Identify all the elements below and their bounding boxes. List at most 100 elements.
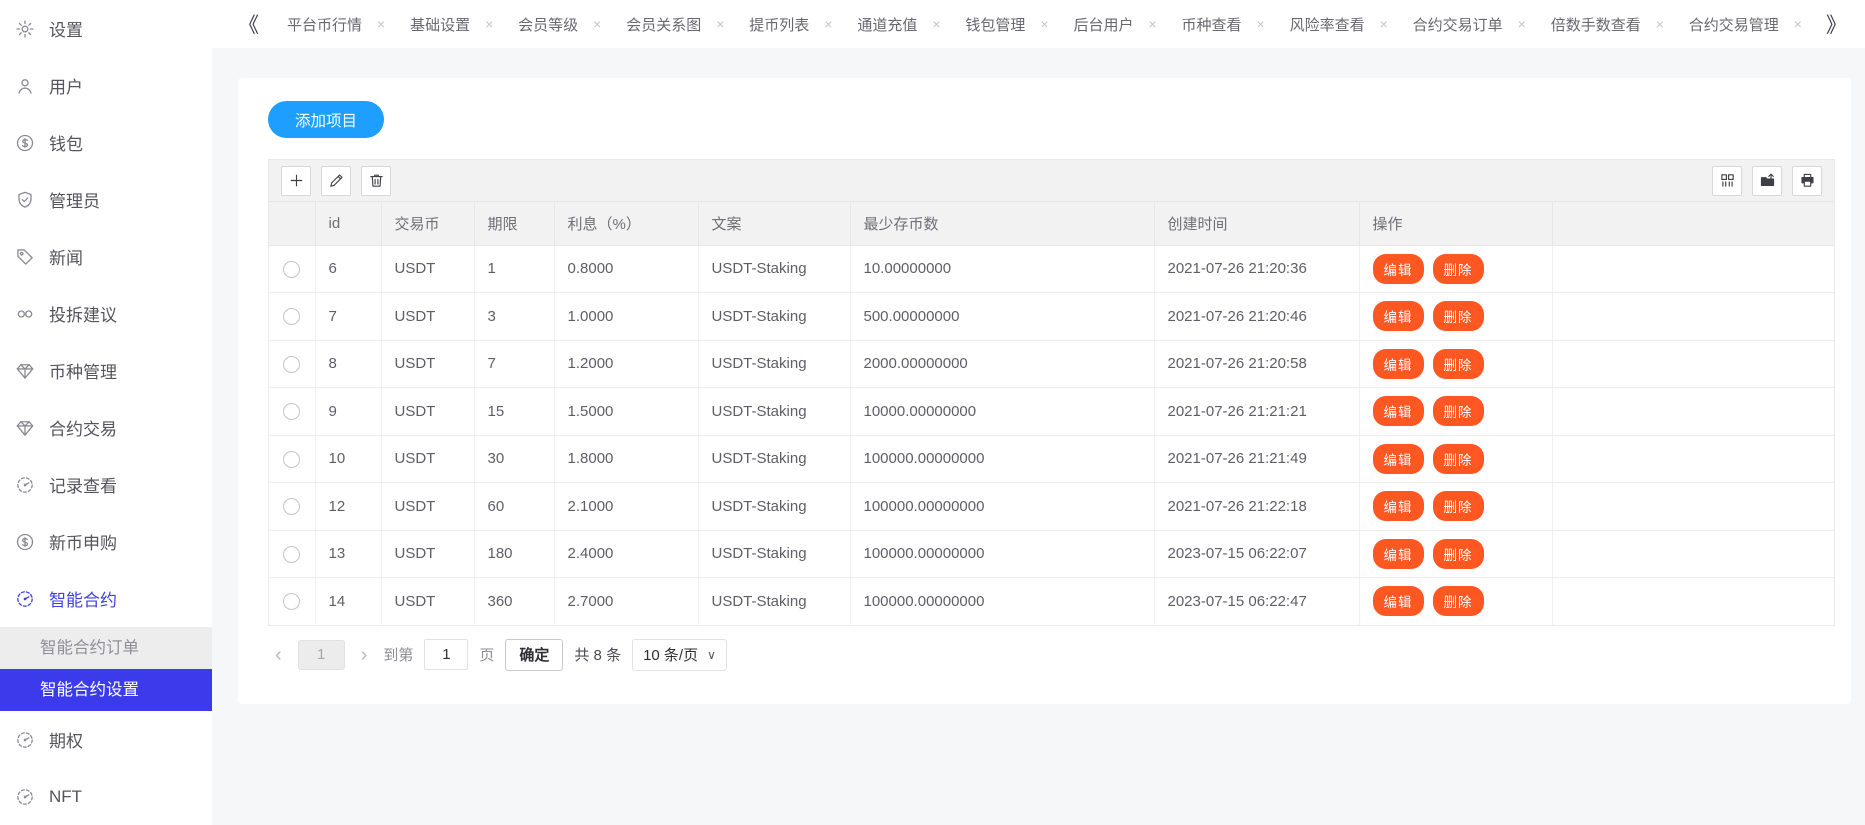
tab-item[interactable]: 会员等级× [504,14,611,35]
tab-close-icon[interactable]: × [1656,16,1664,32]
sidebar: 设置用户钱包管理员新闻投拆建议币种管理合约交易记录查看新币申购智能合约智能合约订… [0,0,212,825]
table-row: 13USDT1802.4000USDT-Staking100000.000000… [269,530,1834,578]
tab-close-icon[interactable]: × [1794,16,1802,32]
row-radio-button[interactable] [283,261,300,278]
tab-item[interactable]: 倍数手数查看× [1537,14,1674,35]
sidebar-item[interactable]: 钱包 [0,114,212,171]
cell-min-deposit: 100000.00000000 [850,435,1154,483]
tab-close-icon[interactable]: × [1257,16,1265,32]
tab-item[interactable]: 合约交易订单× [1399,14,1536,35]
delete-button[interactable]: 删除 [1433,444,1484,474]
delete-tool-button[interactable] [361,166,391,196]
sidebar-item[interactable]: 合约交易 [0,399,212,456]
tab-item[interactable]: 后台用户× [1059,14,1166,35]
sidebar-subitem[interactable]: 智能合约订单 [0,627,212,669]
prev-page-icon[interactable]: ‹ [270,645,287,665]
sidebar-item[interactable]: 币种管理 [0,342,212,399]
tab-item[interactable]: 提币列表× [735,14,842,35]
sidebar-item-label: 记录查看 [49,472,117,497]
scroll-tabs-right-icon[interactable]: 》 [1818,9,1855,39]
tab-label: 平台币行情 [287,14,362,35]
tab-close-icon[interactable]: × [932,16,940,32]
edit-button[interactable]: 编辑 [1373,301,1424,331]
column-header: 创建时间 [1154,202,1359,245]
row-radio-button[interactable] [283,308,300,325]
edit-button[interactable]: 编辑 [1373,539,1424,569]
tab-item[interactable]: 合约交易管理× [1675,14,1812,35]
tab-close-icon[interactable]: × [824,16,832,32]
tab-item[interactable]: 基础设置× [396,14,503,35]
delete-button[interactable]: 删除 [1433,301,1484,331]
tab-close-icon[interactable]: × [1040,16,1048,32]
tab-item[interactable]: 钱包管理× [951,14,1058,35]
page-size-select[interactable]: 10 条/页 ∨ [632,639,727,671]
delete-button[interactable]: 删除 [1433,254,1484,284]
tab-item[interactable]: 通道充值× [843,14,950,35]
tab-item[interactable]: 平台币行情 × [273,14,395,35]
sidebar-item[interactable]: 设置 [0,0,212,57]
sidebar-item[interactable]: 智能合约 [0,570,212,627]
data-grid: id交易币期限利息（%）文案最少存币数创建时间操作 6USDT10.8000US… [268,159,1835,626]
tab-close-icon[interactable]: × [1518,16,1526,32]
row-radio-button[interactable] [283,498,300,515]
sidebar-item[interactable]: 记录查看 [0,456,212,513]
sidebar-item[interactable]: 新闻 [0,228,212,285]
sidebar-item[interactable]: NFT [0,768,212,825]
sidebar-subitem[interactable]: 智能合约设置 [0,669,212,711]
toolbar-left-group [281,166,391,196]
edit-button[interactable]: 编辑 [1373,396,1424,426]
total-count-label: 共 8 条 [574,644,621,665]
tab-close-icon[interactable]: × [485,16,493,32]
tab-close-icon[interactable]: × [1148,16,1156,32]
delete-button[interactable]: 删除 [1433,396,1484,426]
next-page-icon[interactable]: › [356,645,373,665]
cell-coin: USDT [381,245,474,293]
cell-filler [1552,483,1834,531]
edit-button[interactable]: 编辑 [1373,444,1424,474]
row-radio-button[interactable] [283,593,300,610]
sidebar-item[interactable]: 用户 [0,57,212,114]
edit-button[interactable]: 编辑 [1373,491,1424,521]
cell-created-at: 2023-07-15 06:22:07 [1154,530,1359,578]
row-radio-button[interactable] [283,451,300,468]
delete-button[interactable]: 删除 [1433,539,1484,569]
delete-button[interactable]: 删除 [1433,586,1484,616]
row-radio-button[interactable] [283,546,300,563]
edit-tool-button[interactable] [321,166,351,196]
tab-close-icon[interactable]: × [716,16,724,32]
goto-page-input[interactable] [424,639,468,670]
current-page-badge[interactable]: 1 [298,640,345,670]
chevron-down-icon: ∨ [707,648,716,662]
sidebar-item[interactable]: 期权 [0,711,212,768]
row-radio-button[interactable] [283,403,300,420]
sidebar-item[interactable]: 管理员 [0,171,212,228]
tab-item[interactable]: 会员关系图× [612,14,734,35]
clock-icon [15,787,35,807]
cell-actions: 编辑删除 [1359,388,1552,436]
add-tool-button[interactable] [281,166,311,196]
tab-close-icon[interactable]: × [1380,16,1388,32]
sidebar-item-label: 用户 [49,73,83,98]
filter-columns-tool-button[interactable] [1712,166,1742,196]
delete-button[interactable]: 删除 [1433,491,1484,521]
tab-item[interactable]: 币种查看× [1168,14,1275,35]
edit-button[interactable]: 编辑 [1373,586,1424,616]
radio-cell [269,578,315,626]
add-project-button[interactable]: 添加项目 [268,101,384,138]
edit-button[interactable]: 编辑 [1373,254,1424,284]
tab-item[interactable]: 风险率查看× [1276,14,1398,35]
print-tool-button[interactable] [1792,166,1822,196]
confirm-page-button[interactable]: 确定 [505,639,563,671]
row-radio-button[interactable] [283,356,300,373]
export-tool-button[interactable] [1752,166,1782,196]
tab-close-icon[interactable]: × [593,16,601,32]
delete-button[interactable]: 删除 [1433,349,1484,379]
sidebar-item[interactable]: 投拆建议 [0,285,212,342]
plus-icon [288,172,305,189]
edit-button[interactable]: 编辑 [1373,349,1424,379]
table-header-row: id交易币期限利息（%）文案最少存币数创建时间操作 [269,202,1834,245]
tab-close-icon[interactable]: × [377,16,385,32]
sidebar-item[interactable]: 新币申购 [0,513,212,570]
cell-text: USDT-Staking [698,578,850,626]
scroll-tabs-left-icon[interactable]: 《 [230,9,267,39]
